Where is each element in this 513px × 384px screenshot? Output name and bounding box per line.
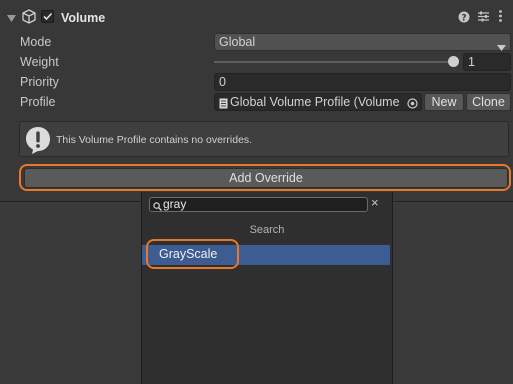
grayscale-highlight (146, 239, 239, 269)
profile-label: Profile (20, 95, 56, 109)
profile-value: Global Volume Profile (Volume I (230, 95, 402, 109)
volume-profile-asset-icon (219, 97, 228, 110)
mode-value: Global (219, 35, 256, 49)
component-header[interactable]: Volume ? (0, 6, 513, 30)
enabled-checkbox[interactable] (41, 10, 54, 23)
help-icon[interactable]: ? (458, 11, 470, 26)
mode-dropdown[interactable]: Global (214, 33, 511, 51)
weight-slider-track[interactable] (214, 61, 454, 63)
priority-input[interactable]: 0 (214, 73, 511, 91)
object-picker-icon[interactable] (407, 97, 418, 110)
profile-object-field[interactable]: Global Volume Profile (Volume I (214, 93, 422, 111)
weight-slider-thumb[interactable] (448, 56, 459, 67)
component-title: Volume (61, 11, 106, 25)
presets-icon[interactable] (477, 10, 490, 26)
search-value: gray (163, 197, 187, 211)
info-message: This Volume Profile contains no override… (56, 134, 253, 146)
weight-value: 1 (468, 55, 475, 69)
mode-label: Mode (20, 35, 52, 49)
priority-label: Priority (20, 75, 59, 89)
weight-input[interactable]: 1 (463, 53, 511, 71)
clear-search-icon[interactable]: × (371, 196, 379, 210)
search-input[interactable]: gray (149, 197, 368, 212)
add-override-highlight (19, 164, 511, 191)
new-profile-button[interactable]: New (424, 93, 464, 111)
more-menu-icon[interactable] (498, 9, 503, 26)
cube-icon (22, 9, 36, 27)
weight-label: Weight (20, 55, 59, 69)
priority-value: 0 (219, 75, 226, 89)
search-icon (153, 200, 162, 214)
info-box: This Volume Profile contains no override… (19, 121, 509, 157)
collapse-triangle-icon[interactable] (7, 12, 16, 26)
svg-text:?: ? (461, 14, 466, 24)
search-section-header: Search (249, 224, 285, 236)
info-icon (24, 125, 52, 158)
clone-profile-button[interactable]: Clone (466, 93, 511, 111)
add-override-popup: gray × Search GrayScale (141, 192, 393, 384)
